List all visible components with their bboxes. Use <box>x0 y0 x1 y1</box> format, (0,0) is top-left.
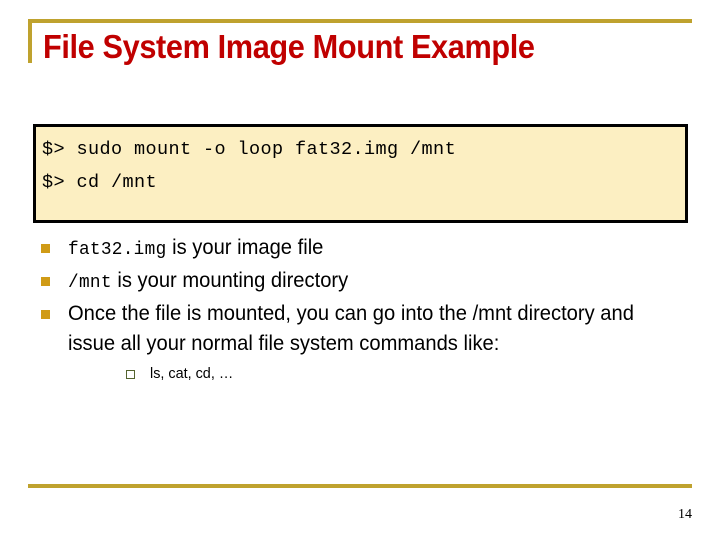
bullet-plain-text: is your mounting directory <box>111 269 349 292</box>
square-bullet-icon <box>41 310 50 319</box>
hollow-square-bullet-icon <box>126 370 135 379</box>
list-item: fat32.img is your image file <box>36 233 686 265</box>
sub-list-item: ls, cat, cd, … <box>126 363 686 384</box>
square-bullet-icon <box>41 277 50 286</box>
bullet-text: fat32.img is your image file <box>68 233 661 265</box>
code-line-2: $> cd /mnt <box>42 172 158 193</box>
bullet-plain-text: is your image file <box>166 236 324 259</box>
bullet-text: /mnt is your mounting directory <box>68 266 661 298</box>
list-item: Once the file is mounted, you can go int… <box>36 299 686 384</box>
list-item: /mnt is your mounting directory <box>36 266 686 298</box>
title-area: File System Image Mount Example <box>28 19 692 119</box>
title-top-rule <box>28 19 692 23</box>
title-left-rule <box>28 19 32 63</box>
bullet-text: Once the file is mounted, you can go int… <box>68 302 634 355</box>
bullet-mono-token: fat32.img <box>68 239 167 260</box>
bullet-list: fat32.img is your image file /mnt is you… <box>36 233 686 385</box>
slide-canvas: File System Image Mount Example $> sudo … <box>0 0 720 540</box>
footer-rule <box>28 484 692 488</box>
square-bullet-icon <box>41 244 50 253</box>
bullet-mono-token: /mnt <box>68 272 112 293</box>
page-number: 14 <box>678 507 692 522</box>
sub-bullet-text: ls, cat, cd, … <box>150 365 234 382</box>
sub-bullet-list: ls, cat, cd, … <box>68 363 686 384</box>
code-line-1: $> sudo mount -o loop fat32.img /mnt <box>42 139 457 160</box>
page-title: File System Image Mount Example <box>43 28 535 65</box>
code-block: $> sudo mount -o loop fat32.img /mnt $> … <box>33 124 688 223</box>
